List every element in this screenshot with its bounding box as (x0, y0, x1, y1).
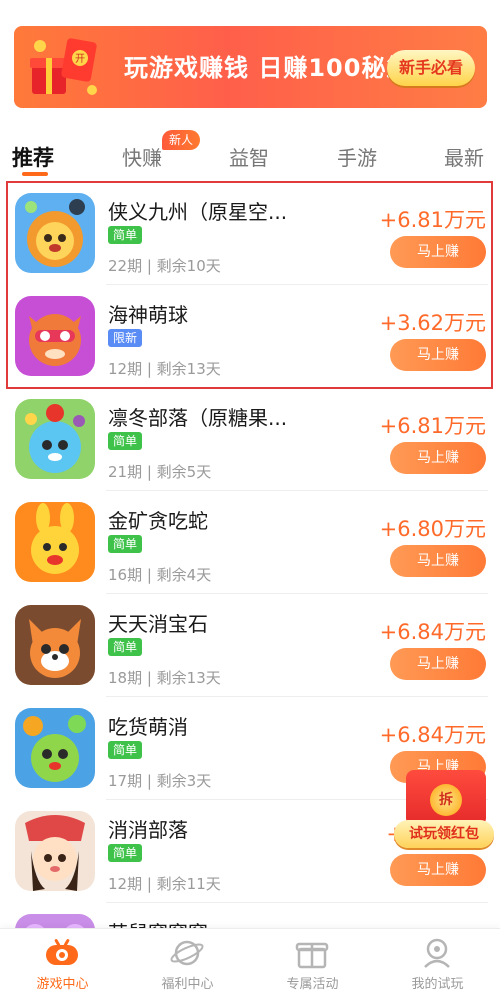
game-name: 海神萌球 (108, 303, 188, 327)
difficulty-tag: 简单 (108, 432, 143, 450)
floating-red-packet[interactable]: 拆 试玩领红包 (392, 770, 496, 860)
tab-latest[interactable]: 最新 (444, 142, 484, 171)
difficulty-tag: 简单 (108, 844, 143, 862)
list-item[interactable]: 侠义九州（原星空... 简单 22期 | 剩余10天 +6.81万元 马上赚 (0, 182, 500, 285)
limited-new-tag: 限新 (108, 329, 143, 347)
gift-box-icon (294, 937, 330, 969)
game-meta: 18期 | 剩余13天 (108, 669, 221, 687)
nav-label: 游戏中心 (36, 977, 89, 992)
reward-amount: +6.84万元 (379, 723, 486, 747)
promo-banner[interactable]: 开 玩游戏赚钱 日赚100秘籍 新手必看 (14, 26, 487, 108)
reward-amount: +6.81万元 (379, 208, 486, 232)
svg-text:开: 开 (75, 54, 85, 65)
list-item[interactable]: 凛冬部落（原糖果... 简单 21期 | 剩余5天 +6.81万元 马上赚 (0, 388, 500, 491)
bunny-snake-icon (15, 502, 95, 582)
game-name: 金矿贪吃蛇 (108, 509, 208, 533)
gift-box-icon: 开 (26, 34, 106, 100)
reward-amount: +3.62万元 (379, 311, 486, 335)
trial-red-packet-button[interactable]: 试玩领红包 (394, 820, 494, 848)
game-name: 消消部落 (108, 818, 188, 842)
earn-now-button[interactable]: 马上赚 (390, 236, 486, 268)
reward-amount: +6.80万元 (379, 517, 486, 541)
nav-label: 我的试玩 (411, 977, 464, 992)
earn-now-button[interactable]: 马上赚 (390, 648, 486, 680)
nav-exclusive-events[interactable]: 专属活动 (250, 929, 375, 1001)
profile-icon (419, 937, 455, 969)
nav-game-center[interactable]: 游戏中心 (0, 929, 125, 1001)
cat-candy-icon (15, 399, 95, 479)
list-item[interactable]: 海神萌球 限新 12期 | 剩余13天 +3.62万元 马上赚 (0, 285, 500, 388)
bottom-nav: 游戏中心 福利中心 专属活动 我的试玩 (0, 928, 500, 1001)
coin-icon: 拆 (430, 784, 462, 816)
lion-cartoon-icon (15, 193, 95, 273)
game-meta: 12期 | 剩余13天 (108, 360, 221, 378)
fox-gem-icon (15, 605, 95, 685)
tab-quick-earn[interactable]: 快赚 (122, 142, 162, 171)
planet-icon (169, 937, 205, 969)
game-meta: 17期 | 剩余3天 (108, 772, 212, 790)
game-name: 侠义九州（原星空... (108, 200, 288, 224)
game-meta: 12期 | 剩余11天 (108, 875, 221, 893)
new-user-badge: 新人 (162, 130, 201, 150)
reward-amount: +6.81万元 (379, 414, 486, 438)
tab-mobile-games[interactable]: 手游 (337, 142, 377, 171)
game-name: 天天消宝石 (108, 612, 208, 636)
category-tabs: 推荐 快赚 新人 益智 手游 最新 (0, 128, 500, 178)
game-meta: 16期 | 剩余4天 (108, 566, 212, 584)
difficulty-tag: 简单 (108, 638, 143, 656)
nav-welfare-center[interactable]: 福利中心 (125, 929, 250, 1001)
tab-recommend[interactable]: 推荐 (12, 142, 54, 172)
active-tab-indicator (22, 172, 48, 176)
earn-now-button[interactable]: 马上赚 (390, 442, 486, 474)
game-meta: 21期 | 剩余5天 (108, 463, 212, 481)
difficulty-tag: 简单 (108, 741, 143, 759)
reward-amount: +6.84万元 (379, 620, 486, 644)
girl-character-icon (15, 811, 95, 891)
fox-hero-icon (15, 296, 95, 376)
banner-title: 玩游戏赚钱 日赚100秘籍 (124, 54, 412, 82)
nav-label: 福利中心 (161, 977, 214, 992)
nav-label: 专属活动 (286, 977, 339, 992)
game-name: 凛冬部落（原糖果... (108, 406, 288, 430)
newbie-guide-button[interactable]: 新手必看 (387, 50, 475, 86)
tab-puzzle[interactable]: 益智 (229, 142, 269, 171)
difficulty-tag: 简单 (108, 535, 143, 553)
game-name: 吃货萌消 (108, 715, 188, 739)
gamepad-icon (44, 937, 80, 969)
earn-now-button[interactable]: 马上赚 (390, 339, 486, 371)
nav-my-trials[interactable]: 我的试玩 (375, 929, 500, 1001)
green-bean-icon (15, 708, 95, 788)
difficulty-tag: 简单 (108, 226, 143, 244)
list-item[interactable]: 天天消宝石 简单 18期 | 剩余13天 +6.84万元 马上赚 (0, 594, 500, 697)
list-item[interactable]: 金矿贪吃蛇 简单 16期 | 剩余4天 +6.80万元 马上赚 (0, 491, 500, 594)
game-meta: 22期 | 剩余10天 (108, 257, 221, 275)
earn-now-button[interactable]: 马上赚 (390, 545, 486, 577)
